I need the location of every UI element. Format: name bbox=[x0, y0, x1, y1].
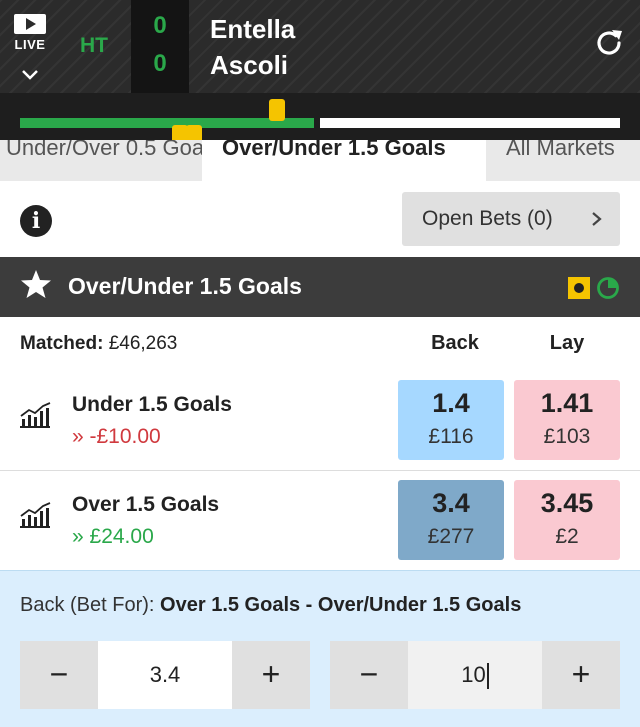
lay-column-header: Lay bbox=[549, 332, 585, 354]
away-team-name: Ascoli bbox=[210, 50, 289, 80]
text-cursor bbox=[486, 663, 489, 690]
timeline-remaining-bar bbox=[320, 118, 620, 128]
match-period: HT bbox=[80, 34, 108, 57]
refresh-icon[interactable] bbox=[592, 26, 626, 60]
info-icon[interactable]: i bbox=[20, 205, 52, 237]
stake-increase-button[interactable]: + bbox=[542, 641, 620, 709]
back-price-button[interactable]: 3.4 £277 bbox=[398, 480, 504, 560]
tab-under-over-0-5[interactable]: Under/Over 0.5 Goals bbox=[0, 140, 202, 181]
odds-decrease-button[interactable]: − bbox=[20, 641, 98, 709]
back-odds: 3.4 bbox=[432, 488, 470, 518]
play-icon bbox=[14, 14, 46, 34]
home-score: 0 bbox=[153, 12, 167, 39]
runner-profit-loss: » £24.00 bbox=[72, 525, 154, 548]
back-column-header: Back bbox=[431, 332, 479, 354]
lay-odds: 3.45 bbox=[540, 488, 594, 518]
open-bets-label: Open Bets (0) bbox=[422, 207, 553, 230]
chart-icon[interactable] bbox=[18, 400, 52, 430]
odds-input[interactable]: 3.4 bbox=[98, 641, 232, 709]
star-icon[interactable] bbox=[20, 268, 52, 300]
lay-amount: £103 bbox=[543, 425, 591, 448]
home-team-name: Entella bbox=[210, 14, 296, 44]
chevron-down-icon bbox=[22, 70, 38, 80]
odds-increase-button[interactable]: + bbox=[232, 641, 310, 709]
runner-name: Under 1.5 Goals bbox=[72, 393, 232, 416]
matched-label: Matched: bbox=[20, 333, 104, 354]
score-panel: 0 0 bbox=[131, 0, 189, 93]
matched-value: £46,263 bbox=[108, 333, 178, 354]
lay-odds: 1.41 bbox=[540, 388, 594, 418]
odds-stepper: − 3.4 + bbox=[20, 641, 310, 709]
runner-name: Over 1.5 Goals bbox=[72, 493, 220, 516]
runner-divider bbox=[0, 470, 640, 471]
stake-input[interactable]: 10 bbox=[408, 641, 542, 709]
stake-stepper: − 10 + bbox=[330, 641, 620, 709]
stake-decrease-button[interactable]: − bbox=[330, 641, 408, 709]
stake-value: 10 bbox=[461, 662, 486, 687]
back-odds: 1.4 bbox=[432, 388, 470, 418]
lay-price-button[interactable]: 3.45 £2 bbox=[514, 480, 620, 560]
live-video-toggle[interactable]: LIVE bbox=[12, 14, 48, 80]
back-price-button[interactable]: 1.4 £116 bbox=[398, 380, 504, 460]
lay-price-button[interactable]: 1.41 £103 bbox=[514, 380, 620, 460]
inplay-icon bbox=[568, 277, 590, 299]
tab-label: Over/Under 1.5 Goals bbox=[222, 140, 446, 160]
chart-icon[interactable] bbox=[18, 500, 52, 530]
timer-icon bbox=[597, 277, 619, 299]
bet-selection: Over 1.5 Goals - Over/Under 1.5 Goals bbox=[160, 594, 522, 616]
market-tabs: Under/Over 0.5 Goals Over/Under 1.5 Goal… bbox=[0, 140, 640, 181]
tab-all-markets[interactable]: All Markets bbox=[486, 140, 640, 181]
runner-profit-loss: » -£10.00 bbox=[72, 425, 161, 448]
market-title: Over/Under 1.5 Goals bbox=[68, 273, 302, 299]
live-label: LIVE bbox=[14, 37, 46, 52]
timeline-event-marker bbox=[269, 99, 285, 121]
matched-amount: Matched: £46,263 bbox=[20, 333, 177, 355]
tab-over-under-1-5[interactable]: Over/Under 1.5 Goals bbox=[202, 140, 486, 181]
open-bets-button[interactable]: Open Bets (0) bbox=[402, 192, 620, 246]
away-score: 0 bbox=[153, 50, 167, 77]
lay-amount: £2 bbox=[555, 525, 579, 548]
bet-slip-description: Back (Bet For): Over 1.5 Goals - Over/Un… bbox=[20, 594, 620, 617]
back-amount: £277 bbox=[427, 525, 475, 548]
chevron-right-icon bbox=[592, 212, 602, 226]
tab-label: Under/Over 0.5 Goals bbox=[6, 140, 202, 160]
back-amount: £116 bbox=[428, 425, 474, 448]
tab-label: All Markets bbox=[506, 140, 615, 160]
bet-type-label: Back (Bet For): bbox=[20, 594, 155, 616]
